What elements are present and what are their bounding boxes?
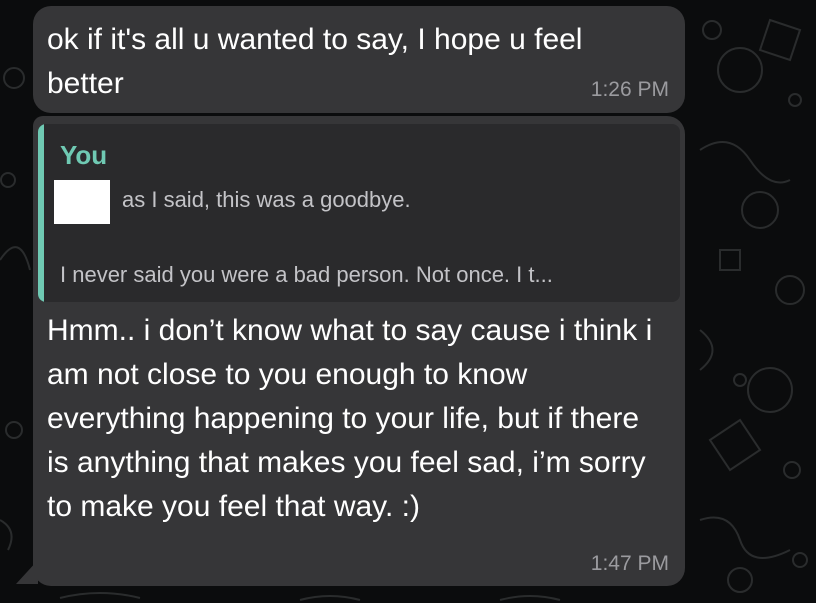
message-text: ok if it's all u wanted to say, I hope u… (47, 23, 591, 100)
message-text: Hmm.. i don’t know what to say cause i t… (47, 314, 661, 523)
quote-text-line: as I said, this was a goodbye. (122, 187, 411, 212)
quote-text-line: I never said you were a bad person. Not … (60, 262, 553, 287)
incoming-message-bubble[interactable]: ok if it's all u wanted to say, I hope u… (33, 6, 685, 113)
quote-author: You (60, 140, 108, 170)
quoted-reply[interactable]: You as I said, this was a goodbye. I nev… (38, 124, 680, 302)
quote-accent-bar (38, 124, 44, 302)
message-timestamp: 1:47 PM (590, 552, 669, 575)
message-timestamp: 1:26 PM (590, 78, 669, 101)
quote-thumbnail-image (54, 180, 110, 224)
incoming-message-bubble[interactable]: You as I said, this was a goodbye. I nev… (33, 116, 685, 586)
